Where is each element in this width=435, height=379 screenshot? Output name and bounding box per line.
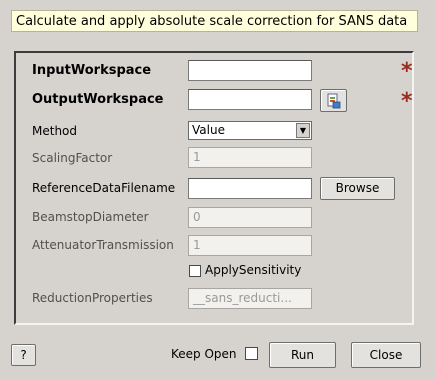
output-workspace-field[interactable] [188, 89, 312, 110]
reduction-properties-label: ReductionProperties [32, 291, 153, 305]
input-workspace-field[interactable] [188, 60, 312, 81]
input-workspace-label: InputWorkspace [32, 63, 152, 78]
scaling-factor-label: ScalingFactor [32, 151, 113, 165]
keep-open-label: Keep Open [171, 347, 237, 361]
output-workspace-label: OutputWorkspace [32, 92, 164, 107]
help-button[interactable]: ? [11, 344, 36, 366]
beamstop-diameter-label: BeamstopDiameter [32, 210, 149, 224]
apply-sensitivity-label: ApplySensitivity [205, 263, 302, 277]
workspace-picker-button[interactable] [320, 89, 347, 112]
run-button[interactable]: Run [269, 342, 336, 368]
beamstop-diameter-field[interactable]: 0 [188, 207, 312, 228]
scaling-factor-field[interactable]: 1 [188, 147, 312, 168]
reference-data-filename-label: ReferenceDataFilename [32, 181, 176, 195]
method-selected-value: Value [192, 123, 225, 137]
keep-open-checkbox[interactable] [245, 347, 258, 360]
input-workspace-required-icon: * [401, 59, 413, 84]
reference-data-filename-field[interactable] [188, 178, 312, 199]
apply-sensitivity-checkbox[interactable] [189, 265, 201, 277]
algorithm-description: Calculate and apply absolute scale corre… [11, 10, 418, 32]
reduction-properties-field[interactable]: __sans_reducti... [188, 288, 312, 309]
close-button[interactable]: Close [351, 342, 421, 368]
output-workspace-required-icon: * [401, 89, 413, 114]
chevron-down-icon: ▼ [296, 123, 310, 138]
method-label: Method [32, 124, 78, 138]
browse-button[interactable]: Browse [320, 177, 395, 200]
attenuator-transmission-field[interactable]: 1 [188, 235, 312, 256]
workspace-picker-icon [327, 93, 341, 109]
method-select[interactable]: Value ▼ [188, 121, 312, 140]
attenuator-transmission-label: AttenuatorTransmission [32, 238, 174, 252]
